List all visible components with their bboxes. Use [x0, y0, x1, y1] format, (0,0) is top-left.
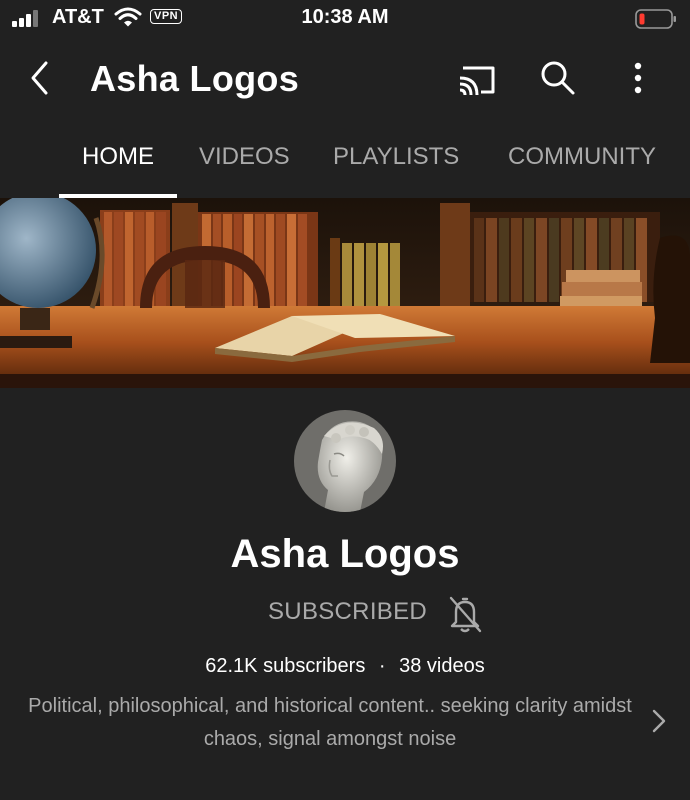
tab-playlists[interactable]: PLAYLISTS — [333, 122, 459, 198]
status-bar: AT&T VPN 10:38 AM — [0, 0, 690, 38]
tab-videos[interactable]: VIDEOS — [199, 122, 290, 198]
channel-avatar[interactable] — [294, 410, 396, 512]
chevron-right-icon[interactable] — [648, 706, 670, 736]
channel-description[interactable]: Political, philosophical, and historical… — [20, 690, 640, 756]
back-arrow-icon[interactable] — [26, 58, 56, 98]
notifications-off-bell-icon[interactable] — [447, 594, 483, 634]
subscriber-count: 62.1K subscribers — [205, 655, 366, 677]
video-count: 38 videos — [399, 655, 485, 677]
channel-banner — [0, 198, 690, 388]
stats-separator: · — [378, 655, 386, 677]
channel-name: Asha Logos — [230, 532, 460, 576]
status-time: 10:38 AM — [301, 6, 389, 28]
cast-icon[interactable] — [457, 62, 497, 96]
app-bar-title: Asha Logos — [90, 58, 300, 99]
tab-home[interactable]: HOME — [82, 122, 154, 198]
channel-stats: 62.1K subscribers · 38 videos — [0, 655, 690, 678]
battery-icon — [635, 9, 676, 29]
channel-tabs: HOME VIDEOS PLAYLISTS COMMUNITY — [0, 122, 690, 198]
more-vert-icon[interactable] — [628, 58, 648, 98]
search-icon[interactable] — [538, 58, 578, 98]
subscribed-button[interactable]: SUBSCRIBED — [268, 598, 427, 626]
tab-community[interactable]: COMMUNITY — [508, 122, 656, 198]
app-bar: Asha Logos — [0, 40, 690, 120]
